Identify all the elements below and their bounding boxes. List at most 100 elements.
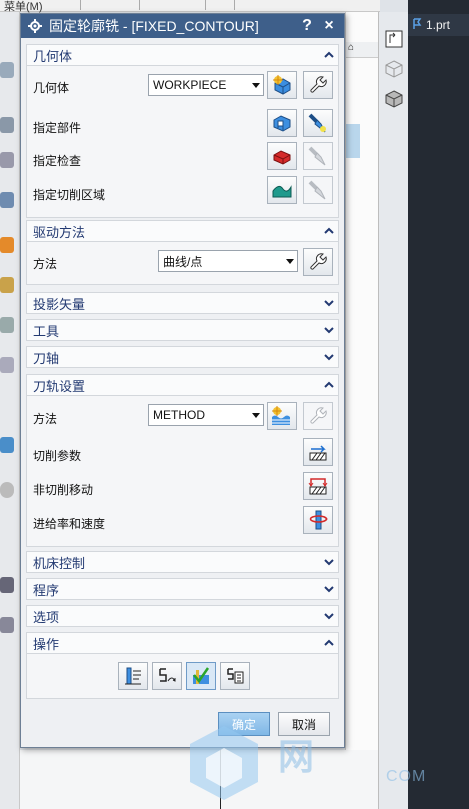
replay-icon	[159, 668, 176, 682]
new-geometry-icon	[273, 75, 291, 95]
specify-check-button[interactable]	[267, 142, 297, 170]
display-check-button[interactable]	[303, 142, 333, 170]
cut-params-icon	[309, 445, 327, 461]
display-part-button[interactable]	[303, 109, 333, 137]
section-geometry-header[interactable]: 几何体	[26, 44, 339, 66]
resource-icon[interactable]	[0, 117, 14, 133]
section-drive-method-body: 方法 曲线/点	[26, 242, 339, 285]
chevron-down-icon[interactable]	[320, 607, 338, 625]
orient-view-icon[interactable]	[383, 28, 405, 50]
section-actions-body	[26, 654, 339, 699]
chevron-down-icon	[249, 412, 263, 418]
section-label: 操作	[33, 636, 60, 652]
section-label: 工具	[33, 323, 60, 339]
section-geometry-body: 几何体 WORKPIECE 指定部件 指定检查 指定切削区域	[26, 66, 339, 218]
resource-icon[interactable]	[0, 437, 14, 453]
path-method-select[interactable]: METHOD	[148, 404, 264, 426]
resource-icon[interactable]	[0, 617, 14, 633]
feeds-speeds-label: 进给率和速度	[33, 517, 106, 531]
section-drive-method-header[interactable]: 驱动方法	[26, 220, 339, 242]
new-method-button[interactable]	[267, 402, 297, 430]
app-toolbar: 菜单(M)	[0, 0, 380, 13]
edit-method-button[interactable]	[303, 402, 333, 430]
chevron-down-icon[interactable]	[320, 294, 338, 312]
part-tab[interactable]: 1.prt	[408, 14, 469, 36]
drive-method-value: 曲线/点	[163, 254, 203, 269]
resource-icon[interactable]	[0, 482, 14, 498]
chevron-down-icon[interactable]	[320, 321, 338, 339]
chevron-up-icon[interactable]	[320, 46, 338, 64]
specify-part-button[interactable]	[267, 109, 297, 137]
close-button[interactable]: ×	[318, 16, 340, 36]
section-tool-axis-header[interactable]: 刀轴	[26, 346, 339, 368]
cut-params-label: 切削参数	[33, 449, 82, 463]
selected-row[interactable]	[346, 124, 360, 158]
chevron-down-icon	[283, 258, 297, 264]
wrench-icon	[310, 76, 327, 93]
chevron-down-icon[interactable]	[320, 580, 338, 598]
chevron-down-icon[interactable]	[320, 348, 338, 366]
resource-icon[interactable]	[0, 192, 14, 208]
chevron-up-icon[interactable]	[320, 376, 338, 394]
cut-area-icon	[272, 185, 292, 198]
resource-icon[interactable]	[0, 152, 14, 168]
cancel-button[interactable]: 取消	[278, 712, 330, 736]
resource-icon[interactable]	[0, 277, 14, 293]
dialog-titlebar[interactable]: 固定轮廓铣 - [FIXED_CONTOUR] ? ×	[21, 14, 344, 38]
resource-icon[interactable]	[0, 62, 14, 78]
resource-icon[interactable]	[0, 237, 14, 253]
section-tool-header[interactable]: 工具	[26, 319, 339, 341]
specify-part-label: 指定部件	[33, 121, 82, 135]
replay-button[interactable]	[152, 662, 182, 690]
section-options-header[interactable]: 选项	[26, 605, 339, 627]
wireframe-cube-icon[interactable]	[383, 58, 405, 80]
path-method-value: METHOD	[153, 408, 205, 422]
feeds-speeds-button[interactable]	[303, 506, 333, 534]
edit-drive-method-button[interactable]	[303, 248, 333, 276]
list-button[interactable]	[220, 662, 250, 690]
non-cut-moves-label: 非切削移动	[33, 483, 94, 497]
non-cut-moves-button[interactable]	[303, 472, 333, 500]
specify-cut-area-button[interactable]	[267, 176, 297, 204]
part-file-icon	[412, 17, 422, 33]
resource-icon[interactable]	[0, 357, 14, 373]
section-path-settings-header[interactable]: 刀轨设置	[26, 374, 339, 396]
wrench-disabled-icon	[310, 407, 327, 424]
geometry-select[interactable]: WORKPIECE	[148, 74, 264, 96]
shaded-cube-icon[interactable]	[383, 88, 405, 110]
drive-method-select[interactable]: 曲线/点	[158, 250, 298, 272]
section-actions-header[interactable]: 操作	[26, 632, 339, 654]
toolbar-group[interactable]	[80, 0, 140, 10]
ok-button[interactable]: 确定	[218, 712, 270, 736]
dialog-title: 固定轮廓铣 - [FIXED_CONTOUR]	[49, 18, 259, 34]
flashlight-disabled-icon	[308, 146, 326, 166]
chevron-up-icon[interactable]	[320, 222, 338, 240]
section-label: 几何体	[33, 48, 73, 64]
section-program-header[interactable]: 程序	[26, 578, 339, 600]
verify-button[interactable]	[186, 662, 216, 690]
verify-icon	[193, 667, 210, 684]
display-cut-area-button[interactable]	[303, 176, 333, 204]
toolbar-group[interactable]	[205, 0, 235, 10]
section-machine-control-header[interactable]: 机床控制	[26, 551, 339, 573]
section-path-settings-body: 方法 METHOD 切削参数 非切削移动 进给率和速度	[26, 396, 339, 547]
new-geometry-button[interactable]	[267, 71, 297, 99]
edit-geometry-button[interactable]	[303, 71, 333, 99]
section-projection-vector-header[interactable]: 投影矢量	[26, 292, 339, 314]
axis-line	[220, 750, 221, 809]
flashlight-disabled-icon	[308, 180, 326, 200]
help-button[interactable]: ?	[296, 16, 318, 36]
resource-icon[interactable]	[0, 317, 14, 333]
navigator-panel: ⌂	[345, 12, 379, 809]
flashlight-icon	[308, 113, 326, 133]
chevron-up-icon[interactable]	[320, 634, 338, 652]
cut-params-button[interactable]	[303, 438, 333, 466]
chevron-down-icon[interactable]	[320, 553, 338, 571]
section-label: 刀轴	[33, 350, 60, 366]
specify-check-label: 指定检查	[33, 154, 82, 168]
graphics-area	[20, 750, 378, 809]
section-label: 刀轨设置	[33, 378, 86, 394]
resource-icon[interactable]	[0, 577, 14, 593]
generate-button[interactable]	[118, 662, 148, 690]
section-label: 机床控制	[33, 555, 86, 571]
